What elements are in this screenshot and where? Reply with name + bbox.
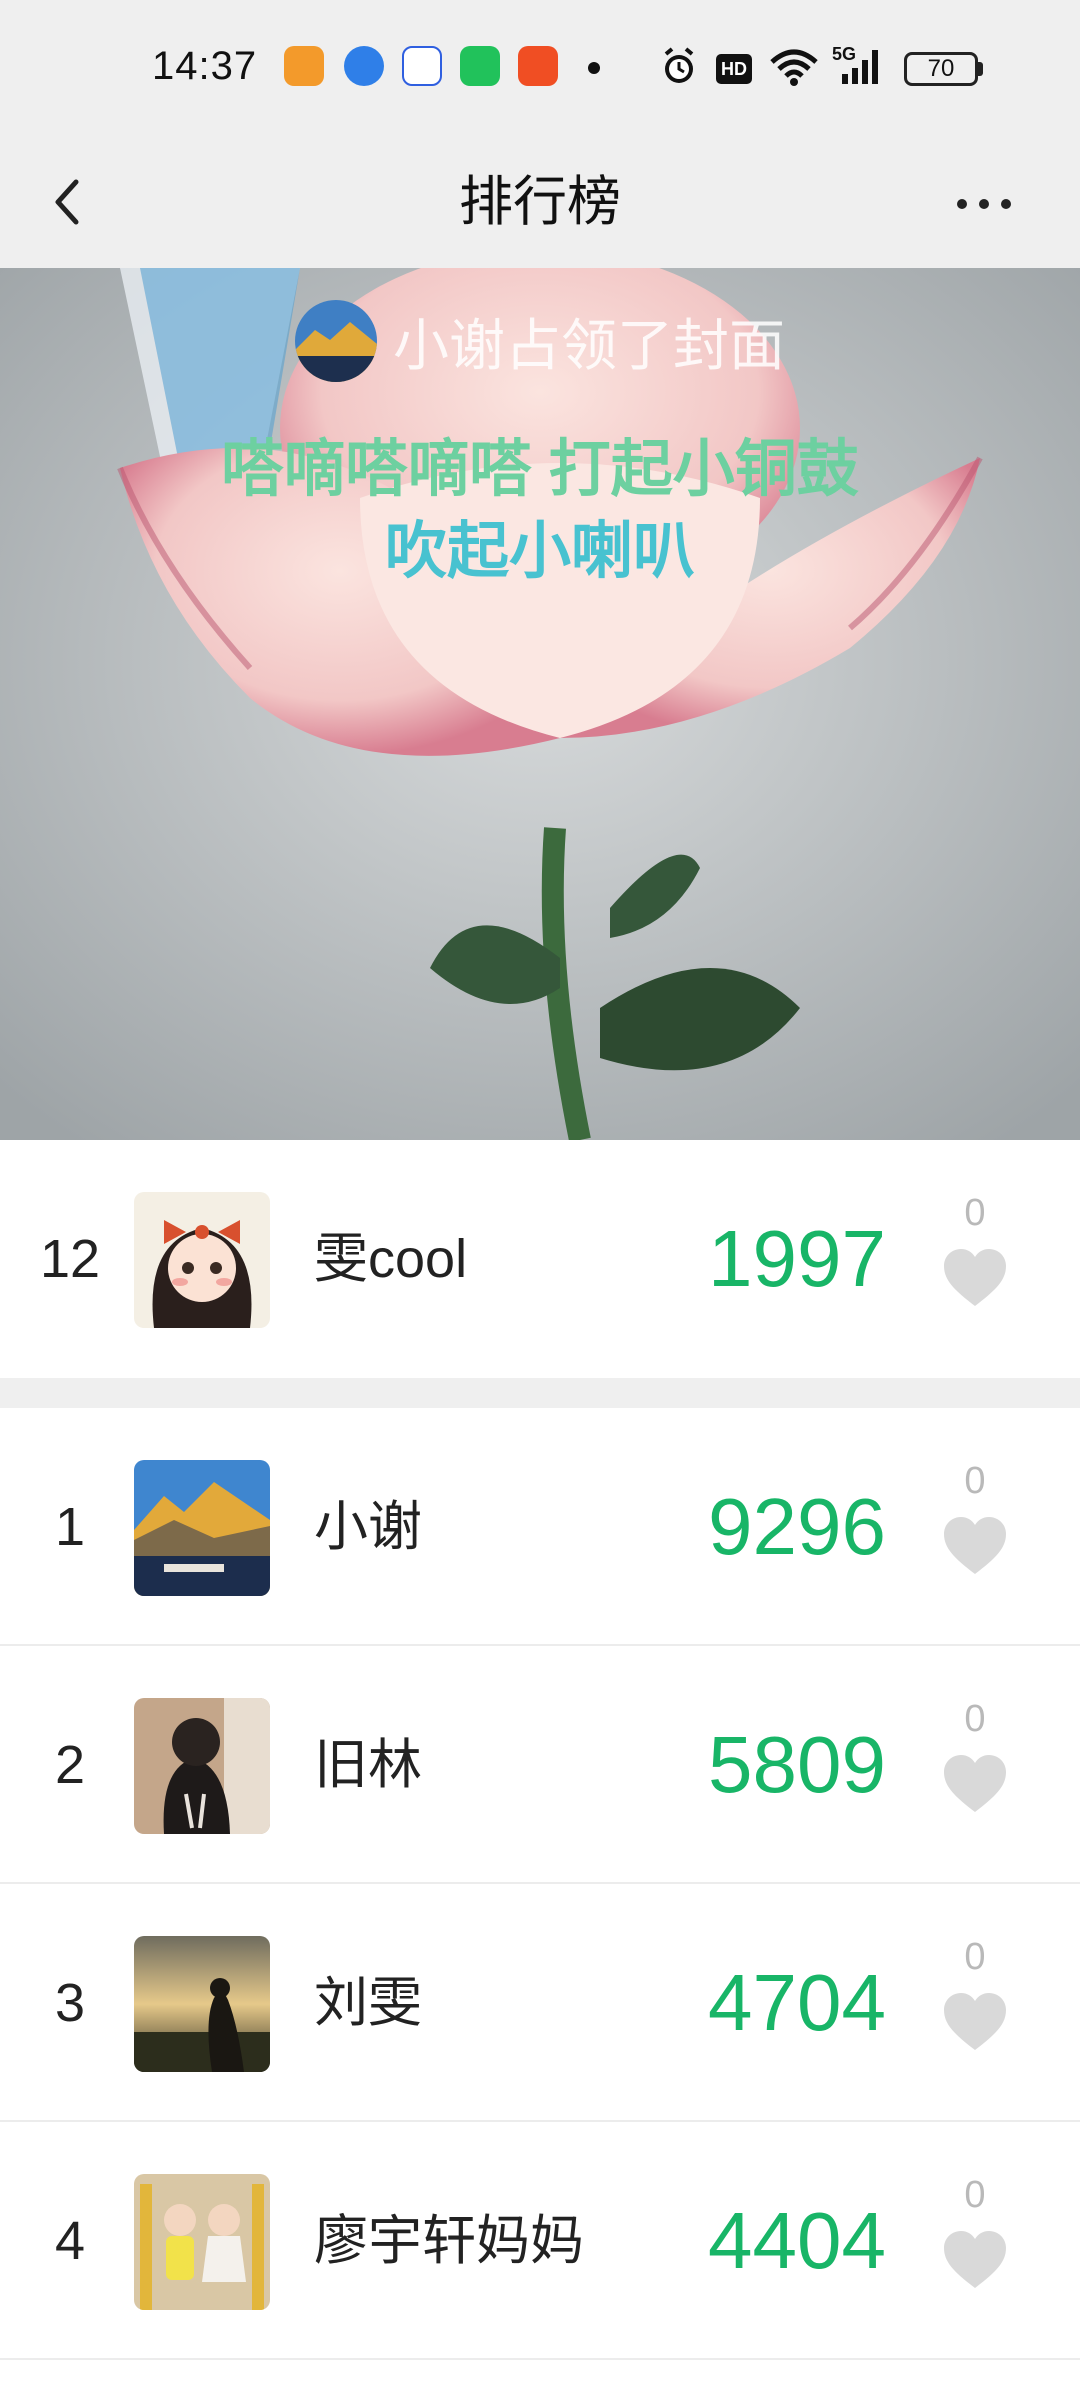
wifi-icon <box>770 49 818 86</box>
status-time: 14:37 <box>152 44 258 88</box>
more-notifications-dot <box>588 62 600 74</box>
iqiyi-notification-icon <box>460 46 500 86</box>
user-name: 刘雯 <box>314 1973 422 2033</box>
score-value: 5809 <box>708 1720 886 1809</box>
battery-icon: 70 <box>904 52 978 86</box>
heart-icon[interactable] <box>942 2230 1008 2290</box>
score-value: 1997 <box>708 1214 886 1303</box>
baidu-notification-icon <box>402 46 442 86</box>
my-rank-row[interactable]: 12 雯cool 1997 0 <box>0 1140 1080 1378</box>
heart-icon[interactable] <box>942 1754 1008 1814</box>
cover-owner-text: 小谢占领了封面 <box>393 313 785 377</box>
cover-owner: 小谢占领了封面 <box>0 298 1080 384</box>
rank-number: 4 <box>54 2211 86 2271</box>
browser-notification-icon <box>344 46 384 86</box>
status-bar: 14:37 HD 5G 70 <box>0 0 1080 136</box>
alarm-icon <box>664 47 694 83</box>
heart-icon[interactable] <box>942 1516 1008 1576</box>
score-value: 9296 <box>708 1482 886 1571</box>
rank-number: 3 <box>54 1973 86 2033</box>
page-title: 排行榜 <box>459 172 621 232</box>
heart-icon[interactable] <box>942 1992 1008 2052</box>
like-count: 0 <box>964 1936 986 1978</box>
avatar[interactable] <box>134 1936 270 2072</box>
leaderboard-row[interactable]: 1 小谢 9296 0 <box>0 1408 1080 1646</box>
rank-number: 12 <box>39 1229 101 1289</box>
cover-banner[interactable]: 小谢占领了封面 嗒嘀嗒嘀嗒 打起小铜鼓 吹起小喇叭 <box>0 268 1080 1140</box>
owner-avatar <box>295 300 377 382</box>
nav-bar: 排行榜 <box>0 136 1080 268</box>
score-value: 4404 <box>708 2196 886 2285</box>
score-value: 4704 <box>708 1958 886 2047</box>
battery-tip <box>978 62 983 76</box>
avatar[interactable] <box>134 1460 270 1596</box>
hd-icon: HD <box>716 54 752 84</box>
heart-icon[interactable] <box>942 1248 1008 1308</box>
like-count: 0 <box>964 1192 986 1234</box>
user-name: 小谢 <box>314 1497 422 1557</box>
leaderboard-row[interactable]: 2 旧林 5809 0 <box>0 1646 1080 1884</box>
signal-icon <box>842 50 878 84</box>
avatar[interactable] <box>134 2174 270 2310</box>
row-divider <box>0 2358 1080 2360</box>
like-count: 0 <box>964 2174 986 2216</box>
user-name: 旧林 <box>314 1735 422 1795</box>
leaderboard-row[interactable]: 4 廖宇轩妈妈 4404 0 <box>0 2122 1080 2360</box>
cover-rose-image <box>0 268 1080 1140</box>
section-gap <box>0 1378 1080 1408</box>
app-notification-icon <box>284 46 324 86</box>
video-notification-icon <box>518 46 558 86</box>
like-count: 0 <box>964 1460 986 1502</box>
user-name: 廖宇轩妈妈 <box>314 2211 584 2271</box>
rank-number: 2 <box>54 1735 86 1795</box>
avatar[interactable] <box>134 1698 270 1834</box>
leaderboard-row[interactable]: 3 刘雯 4704 0 <box>0 1884 1080 2122</box>
chevron-left-icon[interactable] <box>40 172 100 232</box>
like-count: 0 <box>964 1698 986 1740</box>
rank-number: 1 <box>54 1497 86 1557</box>
lyric-line-2: 吹起小喇叭 <box>384 517 695 586</box>
avatar[interactable] <box>134 1192 270 1328</box>
user-name: 雯cool <box>314 1229 468 1289</box>
lyric-line-1: 嗒嘀嗒嘀嗒 打起小铜鼓 <box>221 435 859 504</box>
more-dots-icon[interactable] <box>944 184 1024 224</box>
